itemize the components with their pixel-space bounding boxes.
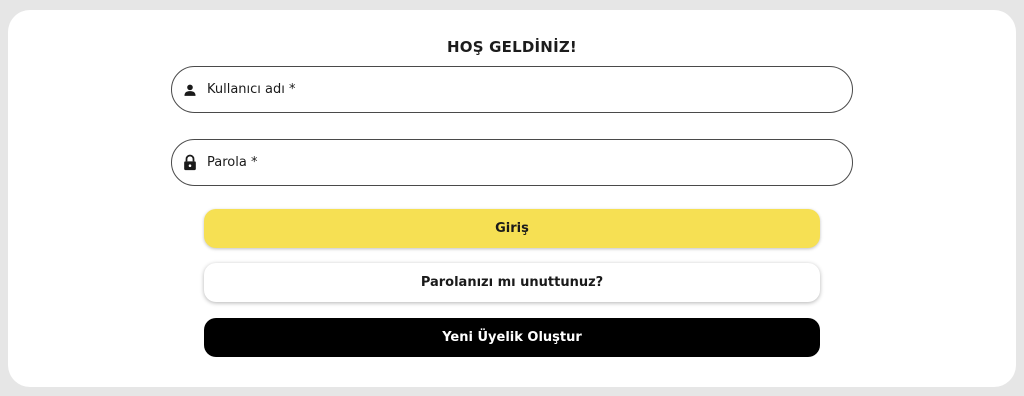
password-label: Parola * <box>207 155 258 170</box>
page-title: HOŞ GELDİNİZ! <box>447 38 577 56</box>
password-field[interactable]: Parola * <box>171 139 853 186</box>
login-button[interactable]: Giriş <box>204 209 820 248</box>
person-icon <box>182 82 198 98</box>
username-label: Kullanıcı adı * <box>207 82 296 97</box>
lock-icon <box>182 154 198 171</box>
register-button[interactable]: Yeni Üyelik Oluştur <box>204 318 820 357</box>
login-card: HOŞ GELDİNİZ! Kullanıcı adı * Parola * G… <box>8 10 1016 387</box>
username-field[interactable]: Kullanıcı adı * <box>171 66 853 113</box>
forgot-password-button[interactable]: Parolanızı mı unuttunuz? <box>204 263 820 302</box>
